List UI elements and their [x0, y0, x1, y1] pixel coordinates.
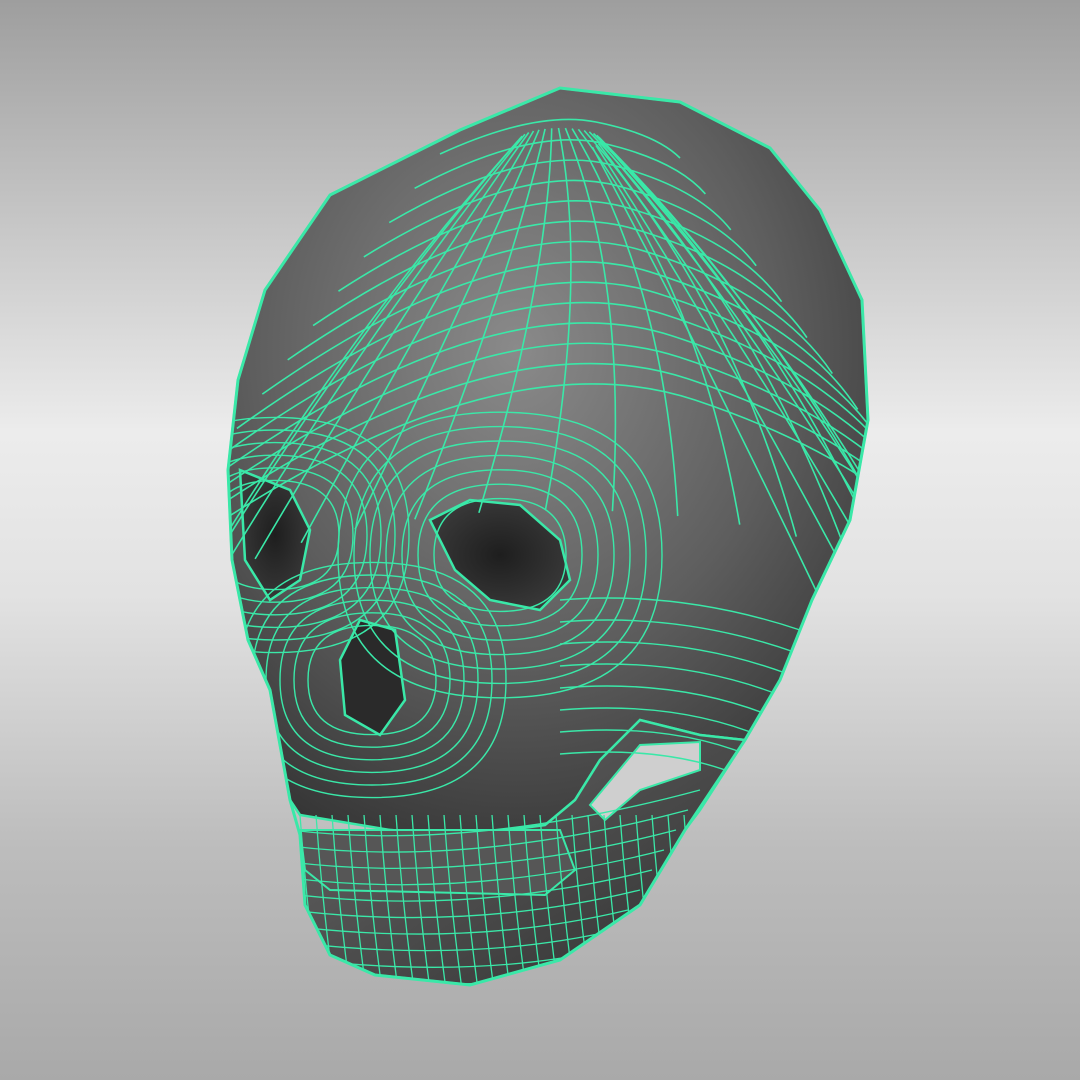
skull-wireframe-model[interactable] [0, 0, 1080, 1080]
mesh-edge [699, 814, 719, 985]
viewport[interactable] [0, 0, 1080, 1080]
mesh-edge [683, 814, 703, 985]
teeth-row [298, 829, 577, 897]
